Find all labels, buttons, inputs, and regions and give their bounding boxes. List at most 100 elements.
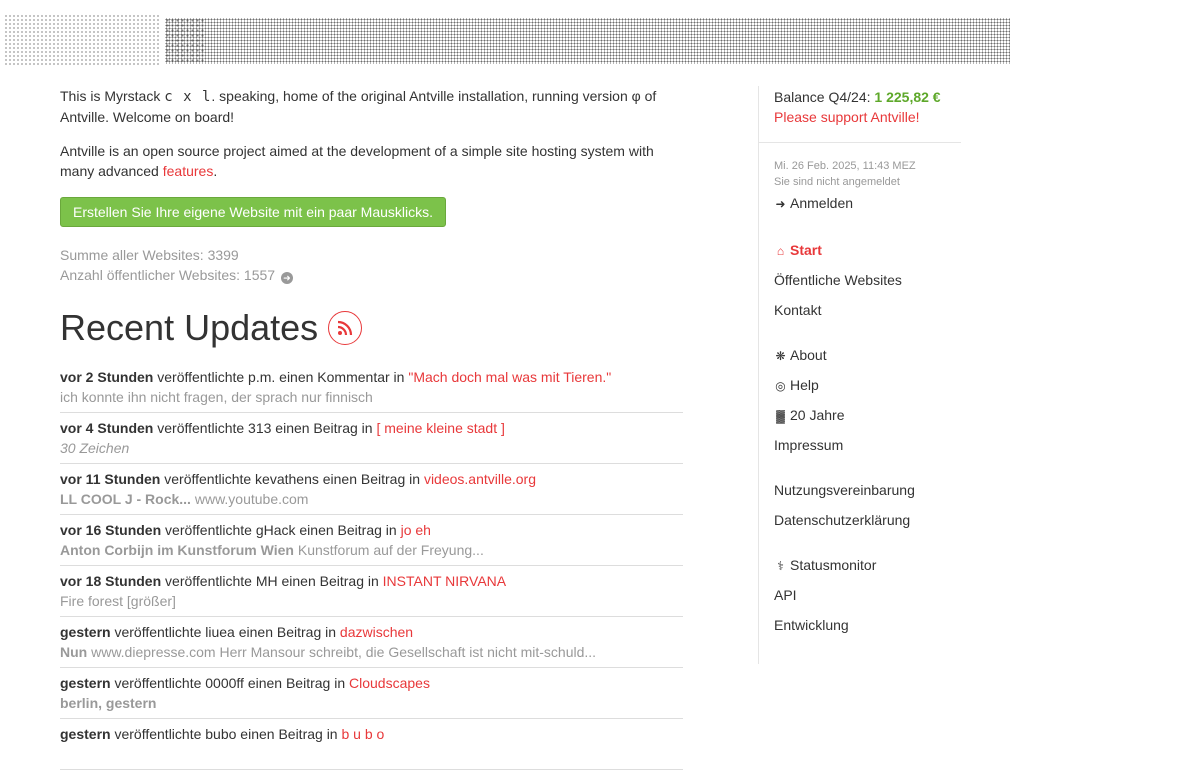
total-websites: Summe aller Websites: 3399 <box>60 247 239 263</box>
update-time: vor 4 Stunden <box>60 420 154 436</box>
update-time: vor 18 Stunden <box>60 573 162 589</box>
rss-icon <box>338 320 353 336</box>
public-websites[interactable]: Anzahl öffentlicher Websites: 1557 <box>60 267 275 283</box>
nav-contact[interactable]: Kontakt <box>774 295 961 325</box>
update-detail[interactable] <box>60 744 683 764</box>
update-item: vor 2 Stunden veröffentlichte p.m. einen… <box>60 363 683 413</box>
recent-updates-title: Recent Updates <box>60 307 319 348</box>
update-detail-title[interactable]: LL COOL J - Rock... <box>60 491 191 507</box>
ant-icon: ❋ <box>775 349 786 363</box>
update-detail-text: 30 Zeichen <box>60 440 130 456</box>
update-detail[interactable]: Fire forest [größer] <box>60 591 683 611</box>
nav-about-label[interactable]: About <box>790 347 827 363</box>
update-action: veröffentlichte gHack einen Beitrag in <box>161 522 401 538</box>
update-item: gestern veröffentlichte liuea einen Beit… <box>60 618 683 668</box>
update-site-link[interactable]: INSTANT NIRVANA <box>383 573 506 589</box>
update-detail-title[interactable]: Anton Corbijn im Kunstforum Wien <box>60 542 294 558</box>
update-detail[interactable]: 30 Zeichen <box>60 438 683 458</box>
update-time: vor 11 Stunden <box>60 471 161 487</box>
update-detail-text: Kunstforum auf der Freyung... <box>293 542 484 558</box>
nav-start-label[interactable]: Start <box>790 242 822 258</box>
update-detail[interactable]: ich konnte ihn nicht fragen, der sprach … <box>60 387 683 407</box>
update-detail-text: ich konnte ihn nicht fragen, der sprach … <box>60 389 373 405</box>
update-action: veröffentlichte kevathens einen Beitrag … <box>160 471 424 487</box>
intro-paragraph: This is Myrstack c x l. speaking, home o… <box>60 86 685 127</box>
sidebar: Balance Q4/24: 1 225,82 € Please support… <box>758 86 961 664</box>
nav-20-years-label[interactable]: 20 Jahre <box>790 407 844 423</box>
update-action: veröffentlichte p.m. einen Kommentar in <box>153 369 409 385</box>
update-site-link[interactable]: [ meine kleine stadt ] <box>376 420 504 436</box>
about-paragraph: Antville is an open source project aimed… <box>60 141 685 181</box>
create-website-button[interactable]: Erstellen Sie Ihre eigene Website mit ei… <box>60 197 447 227</box>
update-item: gestern veröffentlichte bubo einen Beitr… <box>60 720 683 770</box>
main-content: This is Myrstack c x l. speaking, home o… <box>60 86 685 771</box>
login-label[interactable]: Anmelden <box>790 195 853 211</box>
update-time: vor 16 Stunden <box>60 522 162 538</box>
update-site-link[interactable]: dazwischen <box>340 624 413 640</box>
nav-api[interactable]: API <box>774 580 961 610</box>
update-action: veröffentlichte liuea einen Beitrag in <box>110 624 340 640</box>
banner-pixel-logo <box>4 14 160 66</box>
features-link[interactable]: features <box>163 163 214 179</box>
nav-start[interactable]: ⌂ Start <box>774 235 961 265</box>
balance-label: Balance Q4/24: <box>774 89 875 105</box>
recent-updates-header: Recent Updates <box>60 307 685 349</box>
update-action: veröffentlichte 0000ff einen Beitrag in <box>110 675 350 691</box>
birthday-cake-icon: ▓ <box>776 409 785 423</box>
update-detail[interactable]: berlin, gestern <box>60 693 683 713</box>
sign-in-icon: ➜ <box>775 197 786 211</box>
support-link[interactable]: Please support Antville! <box>774 109 920 125</box>
nav-development[interactable]: Entwicklung <box>774 610 961 640</box>
update-detail[interactable]: Anton Corbijn im Kunstforum Wien Kunstfo… <box>60 540 683 560</box>
update-detail-text: www.youtube.com <box>190 491 309 507</box>
update-detail[interactable]: LL COOL J - Rock... www.youtube.com <box>60 489 683 509</box>
update-detail-title[interactable]: berlin, gestern <box>60 695 156 711</box>
update-detail-text: www.diepresse.com Herr Mansour schreibt,… <box>87 644 597 660</box>
nav-status-monitor-label[interactable]: Statusmonitor <box>790 557 876 573</box>
update-action: veröffentlichte 313 einen Beitrag in <box>153 420 377 436</box>
update-item: vor 16 Stunden veröffentlichte gHack ein… <box>60 516 683 566</box>
login-link[interactable]: ➜ Anmelden <box>774 190 961 216</box>
nav-help-label[interactable]: Help <box>790 377 819 393</box>
site-owner-name: c x l <box>164 89 212 105</box>
nav-imprint[interactable]: Impressum <box>774 430 961 460</box>
stethoscope-icon: ⚕ <box>777 559 784 573</box>
update-item: vor 4 Stunden veröffentlichte 313 einen … <box>60 414 683 464</box>
about-text: Antville is an open source project aimed… <box>60 143 654 179</box>
balance-box: Balance Q4/24: 1 225,82 € Please support… <box>774 86 961 127</box>
nav-help[interactable]: ◎ Help <box>774 370 961 400</box>
about-text-end: . <box>213 163 218 179</box>
nav-20-years[interactable]: ▓ 20 Jahre <box>774 400 961 430</box>
update-detail[interactable]: Nun www.diepresse.com Herr Mansour schre… <box>60 642 683 662</box>
lifebuoy-icon: ◎ <box>775 379 786 393</box>
rss-feed-button[interactable] <box>328 311 363 345</box>
nav-public-websites[interactable]: Öffentliche Websites <box>774 265 961 295</box>
circle-arrow-right-icon[interactable]: ➜ <box>280 272 293 284</box>
update-site-link[interactable]: "Mach doch mal was mit Tieren." <box>408 369 611 385</box>
nav-status-monitor[interactable]: ⚕ Statusmonitor <box>774 550 961 580</box>
banner-pixel-title <box>165 18 1010 64</box>
update-detail-text: Fire forest [größer] <box>60 593 176 609</box>
update-site-link[interactable]: videos.antville.org <box>424 471 536 487</box>
update-item: vor 18 Stunden veröffentlichte MH einen … <box>60 567 683 617</box>
update-detail-title[interactable]: Nun <box>60 644 87 660</box>
nav-terms[interactable]: Nutzungsvereinbarung <box>774 475 961 505</box>
update-time: vor 2 Stunden <box>60 369 154 385</box>
update-time: gestern <box>60 624 111 640</box>
intro-text: This is Myrstack <box>60 88 165 104</box>
update-action: veröffentlichte MH einen Beitrag in <box>161 573 383 589</box>
update-time: gestern <box>60 675 111 691</box>
site-stats: Summe aller Websites: 3399 Anzahl öffent… <box>60 245 685 285</box>
current-date: Mi. 26 Feb. 2025, 11:43 MEZ <box>774 160 916 172</box>
nav-privacy[interactable]: Datenschutzerklärung <box>774 505 961 535</box>
home-icon: ⌂ <box>776 244 785 258</box>
update-site-link[interactable]: Cloudscapes <box>349 675 430 691</box>
update-site-link[interactable]: jo eh <box>401 522 431 538</box>
update-item: vor 11 Stunden veröffentlichte kevathens… <box>60 465 683 515</box>
update-item: gestern veröffentlichte 0000ff einen Bei… <box>60 669 683 719</box>
login-status: Sie sind nicht angemeldet <box>774 176 900 188</box>
public-websites-row[interactable]: Anzahl öffentlicher Websites: 1557 ➜ <box>60 265 685 285</box>
site-banner[interactable] <box>0 8 1012 70</box>
banner-pixel-accent <box>165 18 205 64</box>
nav-about[interactable]: ❋ About <box>774 340 961 370</box>
